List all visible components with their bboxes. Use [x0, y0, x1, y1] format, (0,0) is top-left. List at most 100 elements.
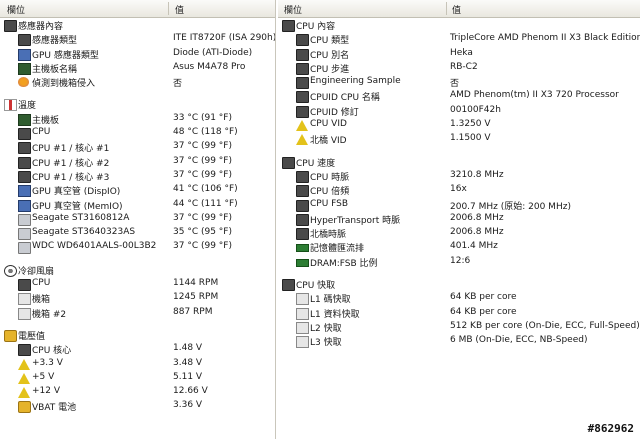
list-item[interactable]: 機箱 1245 RPM	[0, 291, 275, 306]
list-item[interactable]: CPU FSB 200.7 MHz (原始: 200 MHz)	[278, 198, 640, 212]
list-item[interactable]: CPU 別名 Heka	[278, 47, 640, 61]
field-column-header[interactable]: 欄位	[284, 3, 302, 16]
section-header[interactable]: CPU 內容	[278, 18, 640, 32]
list-item[interactable]: DRAM:FSB 比例 12:6	[278, 255, 640, 269]
item-label: 北橋 VID	[310, 136, 347, 147]
motherboard-icon	[18, 62, 31, 75]
list-item[interactable]: +3.3 V 3.48 V	[0, 357, 275, 371]
item-label: CPU 時脈	[310, 172, 350, 183]
sensor-list-header: 欄位 值	[0, 0, 275, 18]
sensor-list: 感應器內容 感應器類型 ITE IT8720F (ISA 290h) GPU 感應器類…	[0, 18, 275, 414]
section-header[interactable]: 溫度	[0, 97, 275, 112]
list-item[interactable]: GPU 真空管 (MemIO) 44 °C (111 °F)	[0, 198, 275, 212]
item-label: HyperTransport 時脈	[310, 215, 401, 226]
list-item[interactable]: L1 碼快取 64 KB per core	[278, 291, 640, 306]
field-column-header[interactable]: 欄位	[7, 3, 25, 16]
memory-icon	[296, 258, 309, 267]
list-item[interactable]: CPU 步進 RB-C2	[278, 61, 640, 75]
cpu-chip-icon	[18, 170, 31, 183]
list-item[interactable]: CPU #1 / 核心 #1 37 °C (99 °F)	[0, 140, 275, 155]
gpu-icon	[18, 199, 31, 212]
value-column-header[interactable]: 值	[175, 3, 184, 16]
cpu-chip-icon	[18, 156, 31, 169]
list-item[interactable]: CPU 類型 TripleCore AMD Phenom II X3 Black …	[278, 32, 640, 47]
voltage-warning-icon	[18, 358, 30, 370]
list-item[interactable]: +12 V 12.66 V	[0, 385, 275, 399]
list-item[interactable]: CPU 1144 RPM	[0, 277, 275, 292]
voltage-warning-icon	[296, 134, 308, 146]
cpu-chip-icon	[18, 344, 31, 357]
item-label: +5 V	[32, 371, 55, 382]
list-item[interactable]: CPU 時脈 3210.8 MHz	[278, 169, 640, 183]
list-item[interactable]: Engineering Sample 否	[278, 75, 640, 90]
list-item[interactable]: CPUID CPU 名稱 AMD Phenom(tm) II X3 720 Pro…	[278, 89, 640, 104]
item-value: 1144 RPM	[173, 278, 219, 289]
list-item[interactable]: L2 快取 512 KB per core (On-Die, ECC, Full-…	[278, 320, 640, 334]
cpu-info-list: CPU 內容 CPU 類型 TripleCore AMD Phenom II X3 …	[278, 18, 640, 349]
cpu-chip-icon	[296, 213, 309, 226]
list-item[interactable]: HyperTransport 時脈 2006.8 MHz	[278, 212, 640, 226]
list-item[interactable]: CPU VID 1.3250 V	[278, 118, 640, 132]
section-title: 電壓值	[18, 331, 46, 342]
section-header[interactable]: 電壓值	[0, 328, 275, 342]
item-value: 3.48 V	[173, 357, 203, 368]
chip-icon	[18, 34, 31, 47]
list-item[interactable]: 感應器類型 ITE IT8720F (ISA 290h)	[0, 32, 275, 47]
cache-icon	[296, 307, 309, 320]
section-header[interactable]: CPU 快取	[278, 277, 640, 292]
column-divider[interactable]	[168, 2, 169, 15]
item-value: 1.48 V	[173, 343, 203, 354]
list-item[interactable]: L1 資料快取 64 KB per core	[278, 306, 640, 320]
list-item[interactable]: Seagate ST3640323AS 35 °C (95 °F)	[0, 226, 275, 241]
list-item[interactable]: CPU #1 / 核心 #3 37 °C (99 °F)	[0, 169, 275, 183]
item-value: 12:6	[450, 255, 471, 266]
list-item[interactable]: VBAT 電池 3.36 V	[0, 399, 275, 414]
item-label: CPU 核心	[32, 346, 72, 357]
list-item[interactable]: CPU #1 / 核心 #2 37 °C (99 °F)	[0, 155, 275, 169]
list-item[interactable]: 主機板 33 °C (91 °F)	[0, 112, 275, 126]
list-item[interactable]: L3 快取 6 MB (On-Die, ECC, NB-Speed)	[278, 334, 640, 349]
list-item[interactable]: 記憶體匯流排 401.4 MHz	[278, 240, 640, 254]
item-value: 48 °C (118 °F)	[173, 127, 238, 138]
list-item[interactable]: 主機板名稱 Asus M4A78 Pro	[0, 61, 275, 75]
value-column-header[interactable]: 值	[452, 3, 461, 16]
section-group: 感應器內容 感應器類型 ITE IT8720F (ISA 290h) GPU 感應器類…	[0, 18, 275, 89]
section-header[interactable]: 感應器內容	[0, 18, 275, 32]
item-value: 64 KB per core	[450, 306, 517, 317]
list-item[interactable]: 北橋 VID 1.1500 V	[278, 132, 640, 146]
cpu-chip-icon	[296, 91, 309, 104]
item-value: 1.1500 V	[450, 133, 491, 144]
list-item[interactable]: Seagate ST3160812A 37 °C (99 °F)	[0, 212, 275, 226]
item-label: 主機板名稱	[32, 64, 78, 75]
item-value: 2006.8 MHz	[450, 212, 504, 223]
list-item[interactable]: CPU 48 °C (118 °F)	[0, 126, 275, 141]
item-label: 機箱 #2	[32, 309, 67, 320]
case-icon	[18, 307, 31, 320]
item-label: L1 碼快取	[310, 295, 351, 306]
section-title: CPU 內容	[296, 22, 336, 32]
item-value: 否	[173, 79, 183, 90]
item-label: DRAM:FSB 比例	[310, 258, 378, 269]
list-item[interactable]: CPUID 修訂 00100F42h	[278, 104, 640, 118]
column-divider[interactable]	[446, 2, 447, 15]
item-label: CPU	[32, 278, 51, 289]
section-header[interactable]: CPU 速度	[278, 155, 640, 169]
list-item[interactable]: 偵測到機箱侵入 否	[0, 75, 275, 89]
item-value: 5.11 V	[173, 371, 203, 382]
list-item[interactable]: 北橋時脈 2006.8 MHz	[278, 226, 640, 241]
item-label: 偵測到機箱侵入	[32, 79, 96, 90]
item-label: +12 V	[32, 386, 61, 397]
section-header[interactable]: 冷卻風扇	[0, 263, 275, 277]
hard-drive-icon	[18, 213, 31, 226]
item-label: CPU FSB	[310, 198, 349, 209]
list-item[interactable]: CPU 核心 1.48 V	[0, 342, 275, 357]
list-item[interactable]: 機箱 #2 887 RPM	[0, 306, 275, 320]
list-item[interactable]: GPU 真空管 (DispIO) 41 °C (106 °F)	[0, 183, 275, 198]
list-item[interactable]: WDC WD6401AALS-00L3B2 37 °C (99 °F)	[0, 240, 275, 255]
voltage-warning-icon	[296, 120, 308, 132]
list-item[interactable]: +5 V 5.11 V	[0, 371, 275, 385]
item-label: CPUID 修訂	[310, 107, 359, 118]
list-item[interactable]: CPU 倍頻 16x	[278, 183, 640, 198]
list-item[interactable]: GPU 感應器類型 Diode (ATI-Diode)	[0, 47, 275, 61]
